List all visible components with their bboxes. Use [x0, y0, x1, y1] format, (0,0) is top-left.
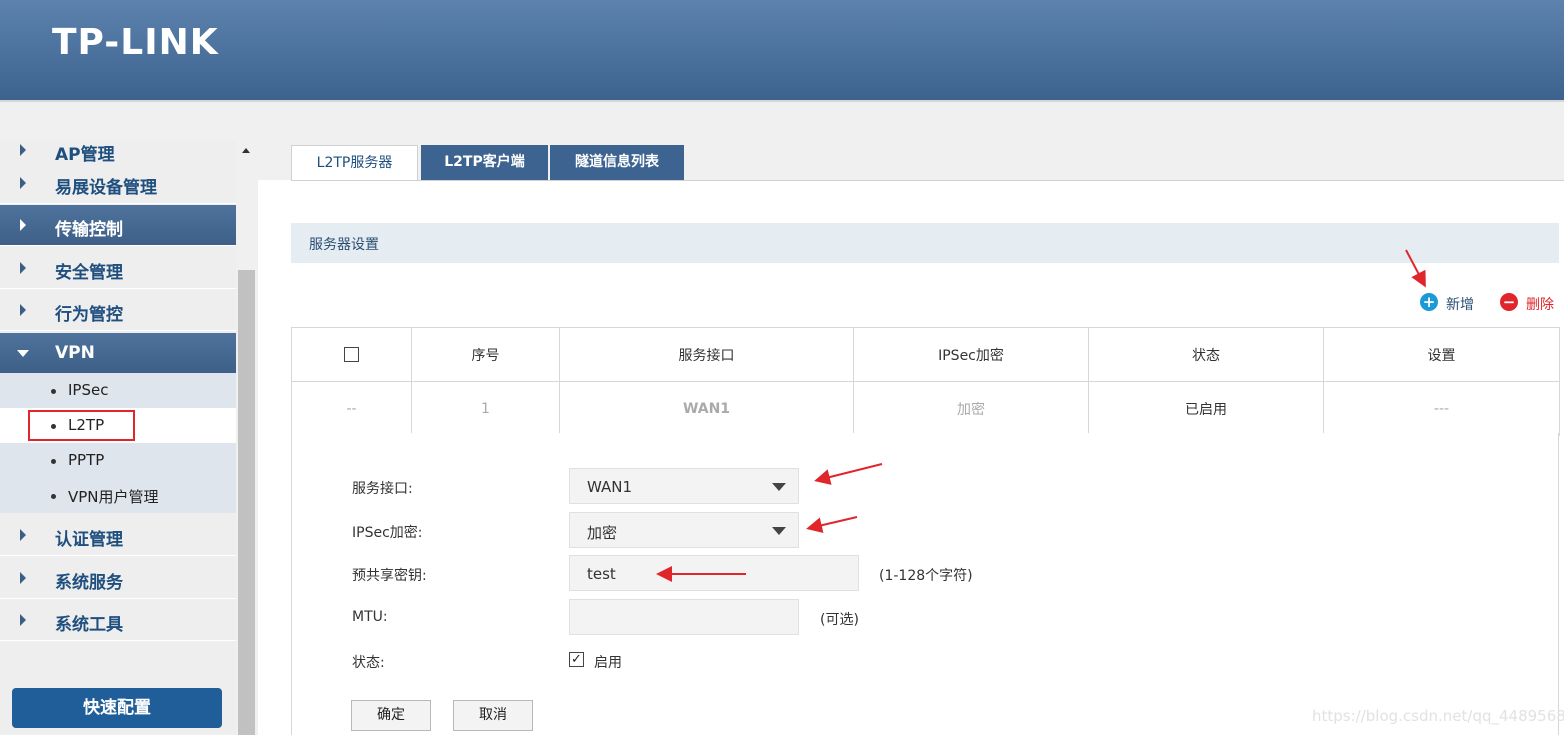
- annotation-arrow-add: [1405, 249, 1426, 288]
- annotation-arrows: [656, 249, 1426, 582]
- annotation-arrow-interface: [814, 463, 883, 485]
- annotation-arrow-ipsec: [806, 516, 858, 534]
